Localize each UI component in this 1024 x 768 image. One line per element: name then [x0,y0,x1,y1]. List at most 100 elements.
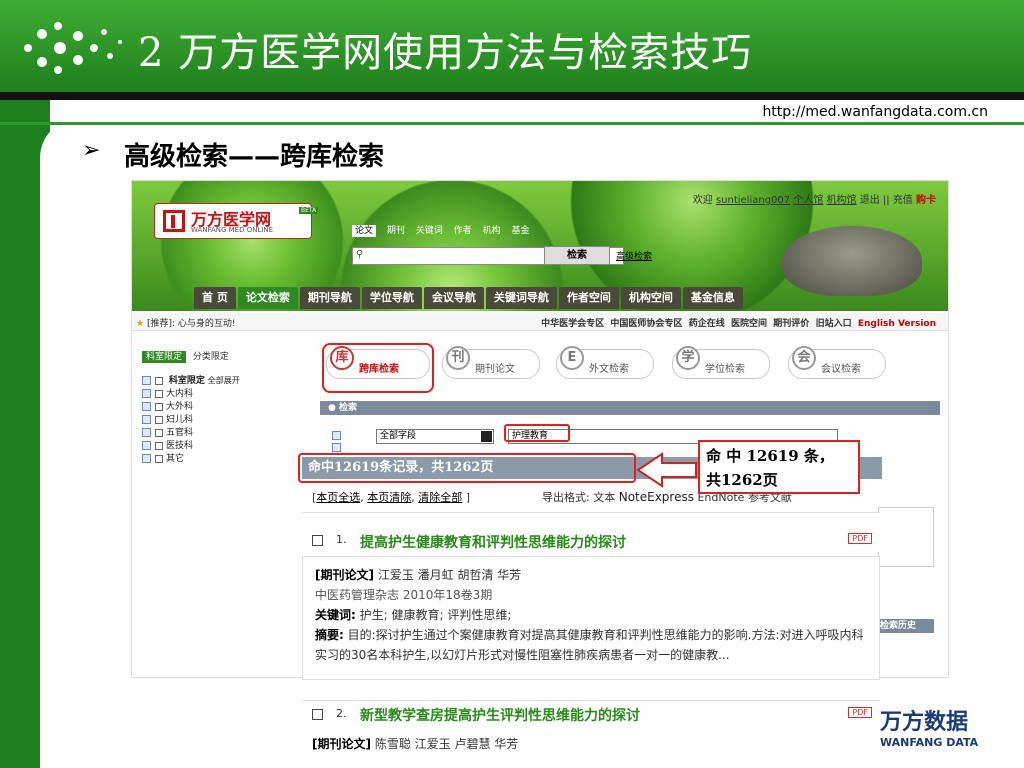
checkbox[interactable] [155,376,163,385]
recommend-text[interactable]: ★ [推荐]: 心与身的互动! [136,316,235,329]
institution-library-link[interactable]: 机构馆 [827,195,857,206]
remove-row-icon[interactable] [332,443,341,452]
tab-conference-search[interactable]: 会 会议检索 [788,346,886,379]
tab-degree-search[interactable]: 学 学位检索 [672,346,770,379]
callout-box: 命 中 12619 条， 共1262页 [698,440,860,494]
sub-link-old-site[interactable]: 旧站入口 [816,319,852,329]
nav-journal[interactable]: 期刊导航 [299,287,360,309]
tab-journal-search[interactable]: 刊 期刊论文 [442,346,540,379]
conference-icon: 会 [792,346,816,370]
search-tab-fund[interactable]: 基金 [511,226,529,236]
field-select[interactable]: 全部字段 [376,429,494,444]
callout-arrow-icon [636,452,697,488]
right-panel [878,459,948,677]
clear-all-link[interactable]: 清除全部 [418,491,462,504]
sub-link-cma[interactable]: 中华医学会专区 [541,319,604,329]
nav-paper-search[interactable]: 论文检索 [237,287,298,309]
slide-heading: 高级检索——跨库检索 [124,142,385,172]
tree-item[interactable]: 妇儿科 [142,414,282,427]
bullet-arrow-icon: ➢ [82,138,101,163]
tree-item[interactable]: 医技科 [142,440,282,453]
expand-all-link[interactable]: 全部展开 [208,376,240,385]
magnifier-icon: ⚲ [356,249,364,260]
dropdown-arrow-icon[interactable] [481,431,492,442]
main-nav: 首 页 论文检索 期刊导航 学位导航 会议导航 关键词导航 作者空间 机构空间 … [194,287,745,309]
search-tab-author[interactable]: 作者 [454,226,472,236]
checkbox[interactable] [155,428,163,437]
checkbox[interactable] [155,441,163,450]
expand-icon[interactable] [142,428,151,437]
expand-icon[interactable] [142,402,151,411]
checkbox[interactable] [155,454,163,463]
expand-icon[interactable] [142,415,151,424]
personal-library-link[interactable]: 个人馆 [793,195,823,206]
english-version-link[interactable]: English Version [858,319,936,329]
result-checkbox[interactable] [312,709,323,720]
tree-item[interactable]: 其它 [142,453,282,466]
history-bar[interactable]: 检索历史 [878,619,934,633]
tree-item[interactable]: 五官科 [142,427,282,440]
sub-link-journal-eval[interactable]: 期刊评价 [773,319,809,329]
expand-icon[interactable] [142,389,151,398]
search-section-bar: ● 检索 [320,401,940,415]
tab-foreign-search[interactable]: E 外文检索 [556,346,654,379]
welcome-text: 欢迎 [692,195,713,206]
search-tab-paper[interactable]: 论文 [352,225,377,237]
sub-link-hospital[interactable]: 医院空间 [731,319,767,329]
logout-link[interactable]: 退出 [860,195,880,206]
dots-decoration-icon [24,22,122,74]
nav-institution-space[interactable]: 机构空间 [620,287,681,309]
checkbox[interactable] [155,389,163,398]
username-link[interactable]: suntieliang007 [716,195,790,206]
checkbox[interactable] [155,415,163,424]
search-tab-keyword[interactable]: 关键词 [416,226,443,236]
select-page-link[interactable]: 本页全选 [316,491,360,504]
checkbox[interactable] [155,402,163,411]
nav-author-space[interactable]: 作者空间 [558,287,619,309]
result-journal[interactable]: 中医药管理杂志 2010年18卷3期 [315,585,867,605]
recharge-link[interactable]: 充值 [893,195,913,206]
collapse-icon[interactable] [142,376,151,385]
export-text[interactable]: 文本 [593,491,615,504]
advanced-search-link[interactable]: 高级检索 [616,249,652,262]
nav-fund[interactable]: 基金信息 [682,287,743,309]
result-title[interactable]: 提高护生健康教育和评判性思维能力的探讨 [360,532,626,552]
result-authors[interactable]: 江爱玉 潘月虹 胡哲清 华芳 [378,568,521,582]
header-divider [0,92,1024,100]
tab-department[interactable]: 科室限定 [142,351,187,363]
tree-root[interactable]: 科室限定 全部展开 [142,374,282,388]
pdf-icon[interactable]: PDF [848,533,872,544]
site-url[interactable]: http://med.wanfangdata.com.cn [762,104,988,120]
tree-item[interactable]: 大内科 [142,388,282,401]
result-checkbox[interactable] [312,535,323,546]
clear-page-link[interactable]: 本页清除 [367,491,411,504]
tab-classification[interactable]: 分类限定 [193,352,229,362]
site-logo[interactable]: 万方医学网 WANFANG MED ONLINE BETA [154,203,319,239]
expand-icon[interactable] [142,454,151,463]
wanfang-data-logo: 万方数据 WANFANG DATA [880,710,979,749]
right-panel-box [878,507,934,567]
sub-link-pharma[interactable]: 药企在线 [689,319,725,329]
expand-icon[interactable] [142,441,151,450]
search-button[interactable]: 检索 [544,246,610,265]
result-2: 2. 新型教学查房提高护生评判性思维能力的探讨 PDF [期刊论文] 陈雪聪 江… [302,700,880,768]
sub-link-cmda[interactable]: 中国医师协会专区 [610,319,682,329]
degree-icon: 学 [676,346,700,370]
tree-item[interactable]: 大外科 [142,401,282,414]
nav-conference[interactable]: 会议导航 [423,287,484,309]
add-row-icon[interactable] [332,431,341,440]
nav-degree[interactable]: 学位导航 [361,287,422,309]
slide: 2 万方医学网使用方法与检索技巧 http://med.wanfangdata.… [0,0,1024,768]
nav-home[interactable]: 首 页 [194,287,236,309]
sub-links: 中华医学会专区 中国医师协会专区 药企在线 医院空间 期刊评价 旧站入口 Eng… [541,316,936,329]
logo-beta-badge: BETA [299,207,319,214]
export-noteexpress[interactable]: NoteExpress [619,490,694,504]
search-tab-journal[interactable]: 期刊 [387,226,405,236]
nav-keyword[interactable]: 关键词导航 [485,287,557,309]
result-title[interactable]: 新型教学查房提高护生评判性思维能力的探讨 [360,705,640,725]
result-authors[interactable]: 陈雪聪 江爱玉 卢碧慧 华芳 [375,737,518,751]
foreign-icon: E [560,346,584,370]
search-tab-institution[interactable]: 机构 [483,226,501,236]
buy-card-link[interactable]: 购卡 [916,195,936,206]
pdf-icon[interactable]: PDF [848,707,872,718]
